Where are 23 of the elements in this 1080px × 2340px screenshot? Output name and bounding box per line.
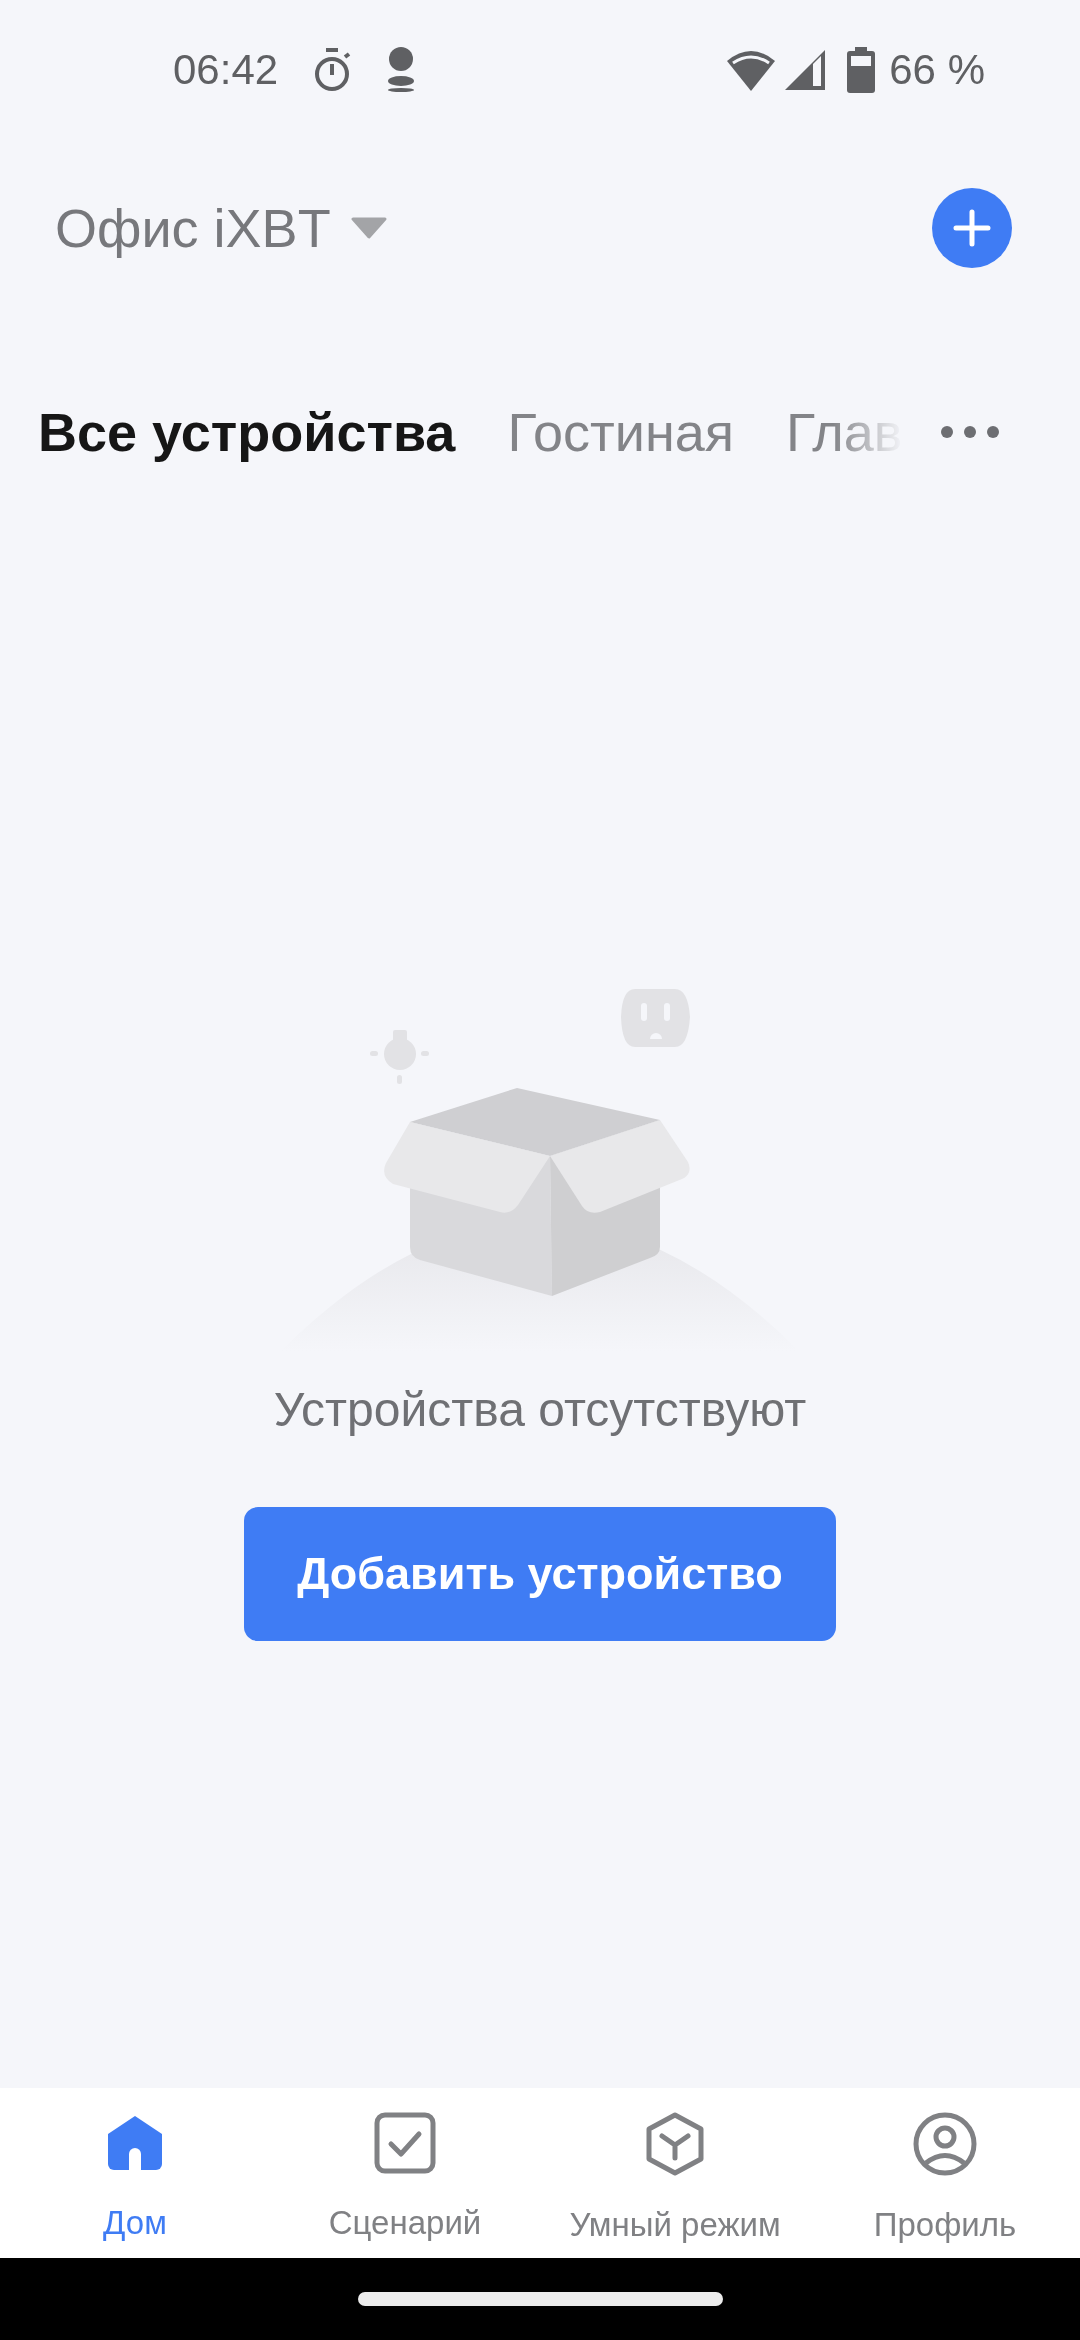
hexagon-icon [644,2112,706,2176]
person-icon [386,47,417,93]
room-tab[interactable]: Глав [786,401,903,463]
room-tab[interactable]: Все устройства [38,401,456,463]
battery-icon [847,47,876,93]
home-selector[interactable]: Офис iXBT [55,197,387,259]
checkbox-icon [374,2112,436,2174]
nav-tab[interactable]: Дом [0,2088,270,2258]
signal-icon [783,48,828,92]
status-time: 06:42 [173,46,279,94]
nav-tab[interactable]: Сценарий [270,2088,540,2258]
stopwatch-icon [312,47,353,93]
empty-message: Устройства отсутствуют [273,1382,807,1437]
nav-tab[interactable]: Умный режим [540,2088,810,2258]
dropdown-caret-icon [350,217,387,239]
wifi-icon [725,49,778,91]
nav-tab[interactable]: Профиль [810,2088,1080,2258]
profile-icon [913,2112,977,2176]
room-tab[interactable]: Гостиная [507,401,735,463]
more-icon[interactable] [940,425,1000,439]
add-device-button[interactable]: Добавить устройство [244,1507,836,1641]
plus-icon [952,208,992,248]
battery-percent: 66 % [889,46,985,94]
